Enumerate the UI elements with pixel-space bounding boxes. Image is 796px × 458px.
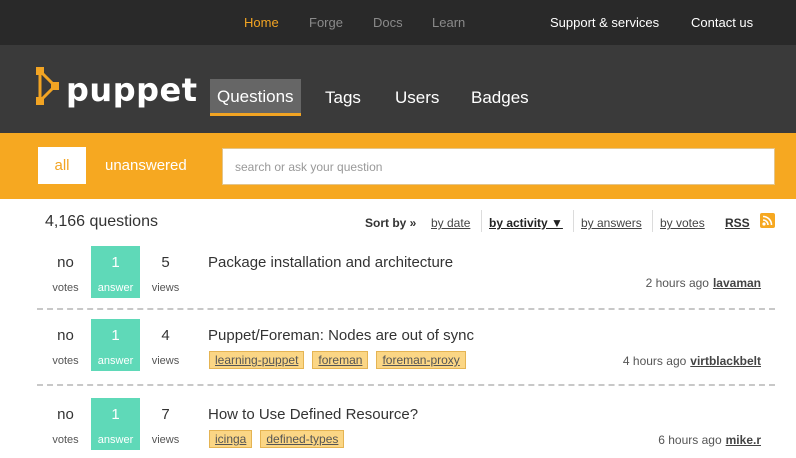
answers-label: answer — [97, 434, 134, 446]
search-box — [222, 148, 775, 185]
logo-wordmark: puppet — [66, 71, 198, 109]
tag-chip[interactable]: foreman-proxy — [376, 351, 466, 369]
topnav-forge-link[interactable]: Forge — [309, 15, 343, 30]
votes-count: no — [57, 254, 74, 271]
views-label: views — [151, 282, 180, 294]
question-meta: 2 hours ago lavaman — [646, 276, 761, 290]
sort-by-activity-link[interactable]: by activity ▼ — [489, 216, 563, 230]
views-counter: 7 views — [141, 398, 190, 450]
views-label: views — [151, 434, 180, 446]
tab-tags[interactable]: Tags — [325, 79, 361, 116]
tag-chip[interactable]: icinga — [209, 430, 253, 448]
answers-counter: 1 answer — [91, 319, 140, 371]
answers-label: answer — [97, 282, 134, 294]
question-timestamp: 6 hours ago — [658, 433, 722, 447]
sort-by-votes-link[interactable]: by votes — [660, 216, 705, 230]
votes-counter: no votes — [41, 398, 90, 450]
search-input[interactable] — [223, 149, 774, 184]
answers-count: 1 — [111, 327, 120, 344]
views-count: 7 — [161, 406, 170, 423]
answers-count: 1 — [111, 254, 120, 271]
tag-list: learning-puppet foreman foreman-proxy — [209, 351, 474, 369]
question-row: no votes 1 answer 7 views How to Use Def… — [0, 398, 796, 458]
answers-counter: 1 answer — [91, 246, 140, 298]
votes-label: votes — [52, 355, 79, 367]
puppet-logo-icon — [36, 67, 59, 105]
views-count: 5 — [161, 254, 170, 271]
tab-badges[interactable]: Badges — [471, 79, 529, 116]
sort-by-label: Sort by » — [365, 216, 417, 230]
answers-count: 1 — [111, 406, 120, 423]
votes-count: no — [57, 327, 74, 344]
tag-chip[interactable]: defined-types — [260, 430, 345, 448]
rss-icon-glyph — [762, 215, 773, 226]
views-label: views — [151, 355, 180, 367]
rss-link[interactable]: RSS — [725, 216, 750, 230]
votes-label: votes — [52, 434, 79, 446]
tab-questions[interactable]: Questions — [210, 79, 301, 116]
votes-counter: no votes — [41, 319, 90, 371]
tag-chip[interactable]: learning-puppet — [209, 351, 305, 369]
sort-divider — [573, 210, 574, 232]
top-navigation-bar: Home Forge Docs Learn Support & services… — [0, 0, 796, 45]
topnav-contact-link[interactable]: Contact us — [691, 15, 753, 30]
question-row: no votes 1 answer 5 views Package instal… — [0, 246, 796, 306]
views-counter: 4 views — [141, 319, 190, 371]
scope-all-button[interactable]: all — [38, 147, 86, 184]
topnav-docs-link[interactable]: Docs — [373, 15, 403, 30]
question-title-link[interactable]: Package installation and architecture — [208, 254, 453, 271]
answers-counter: 1 answer — [91, 398, 140, 450]
votes-counter: no votes — [41, 246, 90, 298]
votes-count: no — [57, 406, 74, 423]
question-row: no votes 1 answer 4 views Puppet/Foreman… — [0, 319, 796, 379]
views-count: 4 — [161, 327, 170, 344]
question-meta: 6 hours ago mike.r — [658, 433, 761, 447]
sort-divider — [652, 210, 653, 232]
puppet-logo[interactable]: puppet — [36, 67, 197, 115]
question-title-link[interactable]: Puppet/Foreman: Nodes are out of sync — [208, 327, 474, 344]
tag-list: icinga defined-types — [209, 430, 352, 448]
site-header: puppet Questions Tags Users Badges — [0, 45, 796, 133]
tab-users[interactable]: Users — [395, 79, 439, 116]
search-bar-band: all unanswered — [0, 133, 796, 199]
topnav-support-link[interactable]: Support & services — [550, 15, 659, 30]
question-count: 4,166 questions — [45, 213, 158, 230]
question-title-link[interactable]: How to Use Defined Resource? — [208, 406, 418, 423]
sort-by-date-link[interactable]: by date — [431, 216, 470, 230]
question-timestamp: 4 hours ago — [622, 354, 687, 368]
row-divider — [37, 308, 775, 310]
votes-label: votes — [52, 282, 79, 294]
topnav-learn-link[interactable]: Learn — [432, 15, 465, 30]
sort-divider — [481, 210, 482, 232]
answers-label: answer — [97, 355, 134, 367]
question-author-link[interactable]: lavaman — [713, 276, 761, 290]
views-counter: 5 views — [141, 246, 190, 298]
row-divider — [37, 384, 775, 386]
scope-unanswered-button[interactable]: unanswered — [105, 147, 187, 184]
topnav-home-link[interactable]: Home — [244, 15, 279, 30]
question-author-link[interactable]: mike.r — [726, 433, 761, 447]
question-author-link[interactable]: virtblackbelt — [690, 354, 761, 368]
tag-chip[interactable]: foreman — [312, 351, 369, 369]
question-timestamp: 2 hours ago — [645, 276, 709, 290]
sort-by-answers-link[interactable]: by answers — [581, 216, 642, 230]
rss-feed-icon[interactable] — [760, 213, 775, 228]
question-meta: 4 hours ago virtblackbelt — [623, 354, 761, 368]
